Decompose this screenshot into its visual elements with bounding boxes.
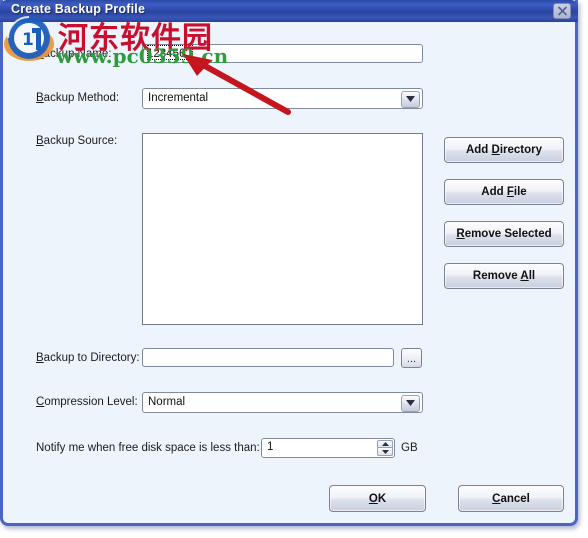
backup-method-label: Backup Method:	[36, 92, 119, 104]
backup-method-label-rest: ackup Method:	[43, 92, 120, 104]
backup-to-directory-input[interactable]	[142, 348, 394, 367]
backup-source-label-rest: ackup Source:	[43, 135, 118, 147]
spinner-up-icon[interactable]	[377, 440, 393, 448]
titlebar: Create Backup Profile	[0, 0, 578, 22]
cancel-label: Cancel	[492, 492, 530, 505]
spinner-down-icon[interactable]	[377, 448, 393, 456]
chevron-down-glyph	[406, 400, 415, 406]
backup-source-label: Backup Source:	[36, 135, 117, 147]
backup-name-label-rest: ackup Name:	[43, 48, 112, 60]
compression-level-value: Normal	[148, 396, 186, 408]
close-icon[interactable]	[553, 3, 571, 19]
backup-method-label-accel: B	[36, 92, 44, 104]
screen: Create Backup Profile Backup Name: 12345…	[0, 0, 588, 538]
backup-to-directory-label: Backup to Directory:	[36, 352, 140, 364]
chevron-down-icon[interactable]	[401, 395, 420, 412]
remove-all-label: Remove All	[472, 270, 536, 282]
ok-button[interactable]: OK	[329, 485, 426, 512]
backup-name-label: Backup Name:	[36, 48, 111, 60]
backup-method-value: Incremental	[148, 92, 209, 104]
compression-level-label: Compression Level:	[36, 396, 138, 408]
add-directory-label: Add Directory	[465, 144, 543, 156]
ok-label: OK	[368, 492, 387, 505]
backup-to-directory-label-accel: B	[36, 352, 44, 364]
chevron-down-icon[interactable]	[401, 91, 420, 108]
ellipsis-icon[interactable]: ...	[401, 348, 422, 368]
free-disk-notify-value: 1	[267, 441, 274, 453]
backup-name-label-accel: B	[36, 48, 44, 60]
free-disk-notify-label: Notify me when free disk space is less t…	[36, 442, 260, 454]
compression-level-combobox[interactable]: Normal	[142, 392, 423, 413]
chevron-down-glyph	[406, 96, 415, 102]
spinner-up-glyph	[381, 442, 389, 446]
compression-level-label-rest: ompression Level:	[44, 396, 138, 408]
spinner-buttons	[377, 440, 393, 456]
close-glyph	[557, 6, 567, 16]
window-title: Create Backup Profile	[11, 2, 146, 16]
cancel-button[interactable]: Cancel	[458, 485, 564, 512]
backup-method-combobox[interactable]: Incremental	[142, 88, 423, 109]
backup-name-focus-rect	[147, 45, 193, 60]
backup-to-directory-label-rest: ackup to Directory:	[43, 352, 140, 364]
remove-selected-button[interactable]: Remove Selected	[444, 221, 564, 247]
free-disk-notify-unit: GB	[401, 442, 418, 454]
add-directory-button[interactable]: Add Directory	[444, 137, 564, 163]
create-backup-profile-dialog: Create Backup Profile Backup Name: 12345…	[0, 0, 578, 526]
add-file-label: Add File	[481, 186, 527, 198]
add-file-button[interactable]: Add File	[444, 179, 564, 205]
spinner-down-glyph	[381, 449, 389, 454]
remove-all-button[interactable]: Remove All	[444, 263, 564, 289]
remove-selected-label: Remove Selected	[456, 228, 552, 240]
browse-label: ...	[406, 353, 417, 365]
backup-source-label-accel: B	[36, 135, 44, 147]
free-disk-notify-stepper[interactable]: 1	[261, 438, 395, 458]
backup-source-listbox[interactable]	[142, 133, 423, 325]
